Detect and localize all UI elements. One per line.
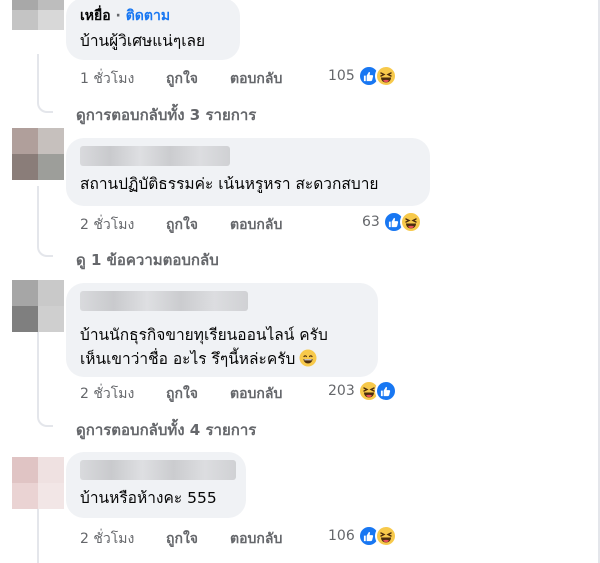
comment-actions: 2 ชั่วโมง ถูกใจ ตอบกลับ xyxy=(80,214,340,233)
comment-bubble: สถานปฏิบัติธรรมค่ะ เน้นหรูหรา สะดวกสบาย xyxy=(66,138,430,206)
comment-text: บ้านหรือห้างคะ 555 xyxy=(80,489,217,507)
separator-dot: · xyxy=(115,8,126,24)
thread-line-1 xyxy=(37,54,39,101)
grinning-emoji-icon xyxy=(299,349,317,374)
comment-author-row: เหยื่อ · ติดตาม xyxy=(80,7,226,25)
thread-line-3 xyxy=(37,330,39,414)
comment-author-blurred[interactable] xyxy=(80,146,230,166)
like-button[interactable]: ถูกใจ xyxy=(166,68,198,90)
like-reaction-icon xyxy=(374,380,397,402)
comment-time[interactable]: 2 ชั่วโมง xyxy=(80,383,134,405)
thread-line-4 xyxy=(37,508,39,563)
avatar[interactable] xyxy=(12,0,64,30)
reaction-count: 63 xyxy=(362,214,380,230)
reaction-summary[interactable]: 106 xyxy=(328,525,397,547)
avatar[interactable] xyxy=(12,457,64,509)
haha-reaction-icon xyxy=(374,65,397,87)
avatar[interactable] xyxy=(12,128,64,180)
view-replies-link[interactable]: ดูการตอบกลับทั้ง 3 รายการ xyxy=(76,103,256,127)
comment-author-blurred[interactable] xyxy=(80,460,236,480)
comment-actions: 2 ชั่วโมง ถูกใจ ตอบกลับ xyxy=(80,528,340,547)
comment-text: บ้านนักธุรกิจขายทุเรียนออนไลน์ ครับ xyxy=(80,326,328,344)
haha-reaction-icon xyxy=(374,525,397,547)
comment-time[interactable]: 2 ชั่วโมง xyxy=(80,528,134,550)
comment-text: สถานปฏิบัติธรรมค่ะ เน้นหรูหรา สะดวกสบาย xyxy=(80,175,379,193)
comment-author[interactable]: เหยื่อ xyxy=(80,8,111,24)
comment-text: บ้านผู้วิเศษแน่ๆเลย xyxy=(80,32,206,50)
like-button[interactable]: ถูกใจ xyxy=(166,528,198,550)
comment-time[interactable]: 2 ชั่วโมง xyxy=(80,214,134,236)
view-replies-link[interactable]: ดูการตอบกลับทั้ง 4 รายการ xyxy=(76,418,256,442)
thread-line-2 xyxy=(37,186,39,244)
thread-curve-3 xyxy=(37,413,53,427)
reaction-count: 203 xyxy=(328,383,355,399)
reply-button[interactable]: ตอบกลับ xyxy=(230,528,282,550)
comment-bubble: บ้านหรือห้างคะ 555 xyxy=(66,452,246,518)
reaction-count: 105 xyxy=(328,68,355,84)
reply-button[interactable]: ตอบกลับ xyxy=(230,68,282,90)
follow-button[interactable]: ติดตาม xyxy=(126,8,170,24)
comment-author-blurred[interactable] xyxy=(80,291,248,311)
haha-reaction-icon xyxy=(399,211,422,233)
reaction-summary[interactable]: 105 xyxy=(328,65,397,87)
reaction-summary[interactable]: 63 xyxy=(362,211,422,233)
reaction-summary[interactable]: 203 xyxy=(328,380,397,402)
reaction-count: 106 xyxy=(328,528,355,544)
comment-actions: 1 ชั่วโมง ถูกใจ ตอบกลับ xyxy=(80,68,340,87)
like-button[interactable]: ถูกใจ xyxy=(166,214,198,236)
reply-button[interactable]: ตอบกลับ xyxy=(230,383,282,405)
like-button[interactable]: ถูกใจ xyxy=(166,383,198,405)
comment-text-line: เห็นเขาว่าชื่อ อะไร รึๆนี้หล่ะครับ xyxy=(80,350,296,368)
comment-actions: 2 ชั่วโมง ถูกใจ ตอบกลับ xyxy=(80,383,340,402)
comment-bubble: เหยื่อ · ติดตาม บ้านผู้วิเศษแน่ๆเลย xyxy=(66,0,240,60)
comment-time[interactable]: 1 ชั่วโมง xyxy=(80,68,134,90)
view-replies-link[interactable]: ดู 1 ข้อความตอบกลับ xyxy=(76,248,219,272)
comment-bubble: บ้านนักธุรกิจขายทุเรียนออนไลน์ ครับ เห็น… xyxy=(66,283,378,377)
comment-text: เห็นเขาว่าชื่อ อะไร รึๆนี้หล่ะครับ xyxy=(80,347,364,374)
thread-curve-1 xyxy=(37,99,53,113)
reply-button[interactable]: ตอบกลับ xyxy=(230,214,282,236)
thread-curve-2 xyxy=(37,243,53,257)
avatar[interactable] xyxy=(12,280,64,332)
